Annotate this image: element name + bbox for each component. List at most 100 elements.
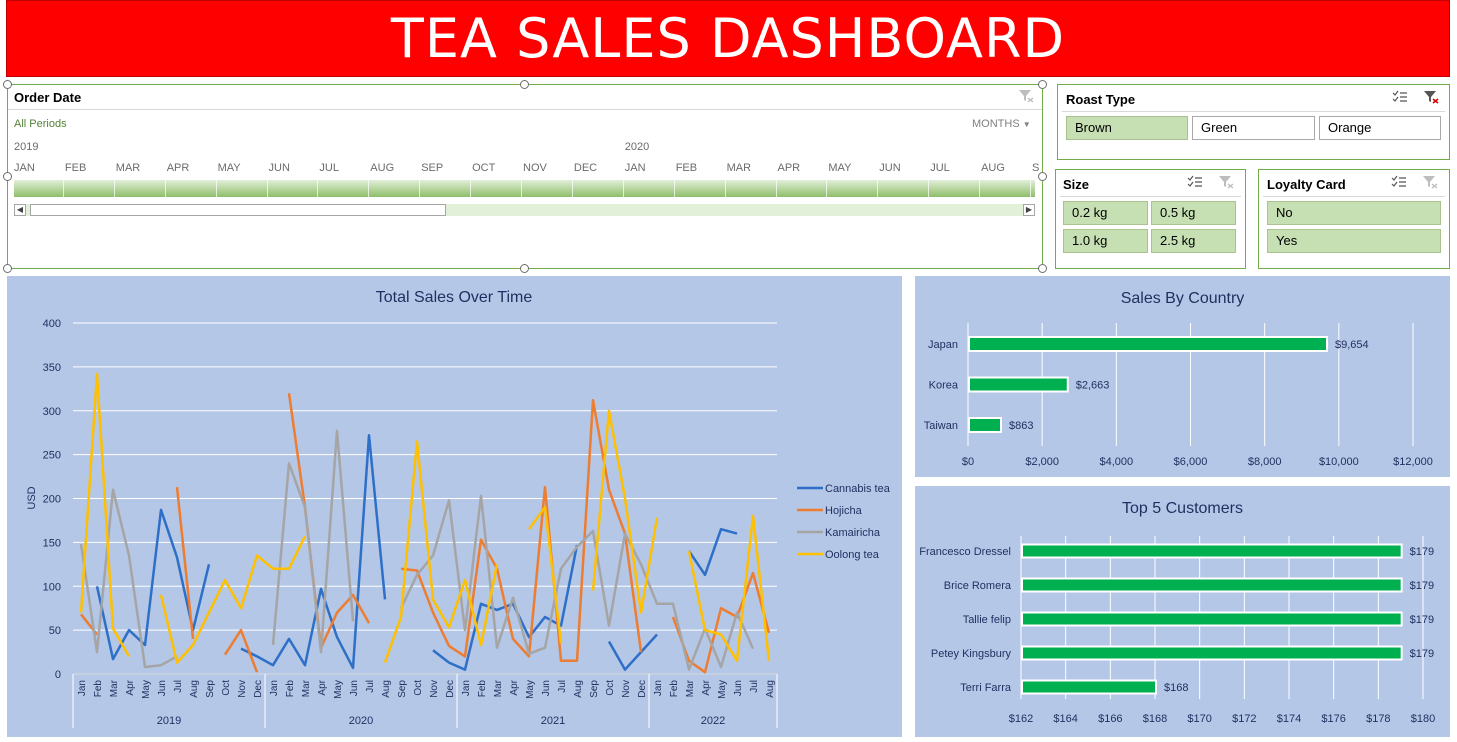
loyalty-no-button[interactable]: No bbox=[1267, 201, 1441, 225]
year-label: 2020 bbox=[349, 715, 373, 727]
size-1-0-button[interactable]: 1.0 kg bbox=[1063, 229, 1148, 253]
size-title: Size bbox=[1063, 177, 1090, 192]
resize-handle[interactable] bbox=[3, 264, 12, 273]
x-tick-label: Apr bbox=[317, 679, 328, 695]
data-label: $2,663 bbox=[1076, 380, 1110, 392]
timeline-month-label[interactable]: AUG bbox=[370, 162, 394, 174]
timeline-month-label[interactable]: MAR bbox=[116, 162, 140, 174]
x-tick-label: Jul bbox=[749, 680, 760, 693]
scroll-thumb[interactable] bbox=[30, 204, 446, 216]
timeline-month-label[interactable]: APR bbox=[167, 162, 190, 174]
order-date-timeline[interactable]: Order Date All Periods MONTHS ▼ 2019 2020… bbox=[7, 84, 1043, 269]
series-line bbox=[79, 372, 771, 664]
roast-brown-button[interactable]: Brown bbox=[1066, 116, 1188, 140]
timeline-month-label[interactable]: JUN bbox=[879, 162, 900, 174]
legend-label: Oolong tea bbox=[825, 549, 880, 561]
timeline-month-label[interactable]: JAN bbox=[14, 162, 35, 174]
loyalty-card-slicer[interactable]: Loyalty Card No Yes bbox=[1258, 169, 1450, 269]
timeline-month-label[interactable]: DEC bbox=[574, 162, 597, 174]
scroll-left-icon[interactable]: ◀ bbox=[14, 204, 26, 216]
size-2-5-button[interactable]: 2.5 kg bbox=[1151, 229, 1236, 253]
y-tick-label: 250 bbox=[43, 450, 61, 462]
resize-handle[interactable] bbox=[3, 172, 12, 181]
timeline-month-divider bbox=[928, 180, 930, 197]
data-label: $168 bbox=[1164, 682, 1188, 694]
size-0-5-button[interactable]: 0.5 kg bbox=[1151, 201, 1236, 225]
multi-select-icon[interactable] bbox=[1391, 175, 1407, 189]
timeline-month-label[interactable]: SEP bbox=[421, 162, 443, 174]
timeline-scrollbar[interactable]: ◀ ▶ bbox=[14, 204, 1035, 216]
x-tick-label: Jun bbox=[157, 680, 168, 696]
resize-handle[interactable] bbox=[3, 80, 12, 89]
y-tick-label: 200 bbox=[43, 494, 61, 506]
multi-select-icon[interactable] bbox=[1392, 90, 1408, 104]
timeline-month-label[interactable]: MAR bbox=[727, 162, 751, 174]
x-tick-label: Jan bbox=[461, 680, 472, 696]
data-label: $179 bbox=[1410, 580, 1434, 592]
x-tick-label: May bbox=[333, 680, 344, 699]
clear-filter-icon[interactable] bbox=[1422, 175, 1438, 189]
x-tick-label: Apr bbox=[125, 679, 136, 695]
timeline-month-label[interactable]: OCT bbox=[472, 162, 495, 174]
timeline-month-label[interactable]: FEB bbox=[65, 162, 86, 174]
customers-chart-svg: Top 5 Customers $162 $164 $166 $168 $170 $172 $… bbox=[919, 500, 1435, 725]
year-label: 2021 bbox=[541, 715, 565, 727]
roast-green-button[interactable]: Green bbox=[1192, 116, 1315, 140]
loyalty-card-title: Loyalty Card bbox=[1267, 177, 1346, 192]
clear-filter-icon[interactable] bbox=[1218, 175, 1234, 189]
timeline-month-divider bbox=[470, 180, 472, 197]
timeline-month-divider bbox=[317, 180, 319, 197]
x-tick-label: $178 bbox=[1366, 713, 1390, 725]
bar bbox=[1021, 577, 1403, 593]
resize-handle[interactable] bbox=[1038, 80, 1047, 89]
timeline-month-label[interactable]: NOV bbox=[523, 162, 547, 174]
line-chart-svg: Total Sales Over Time 0 50 100 150 200 250 300 3… bbox=[26, 289, 891, 728]
timeline-month-divider bbox=[113, 180, 115, 197]
timeline-month-divider bbox=[266, 180, 268, 197]
x-tick-label: Aug bbox=[189, 680, 200, 698]
year-label: 2019 bbox=[157, 715, 181, 727]
resize-handle[interactable] bbox=[1038, 172, 1047, 181]
timeline-month-label[interactable]: JUL bbox=[930, 162, 950, 174]
scroll-right-icon[interactable]: ▶ bbox=[1023, 204, 1035, 216]
resize-handle[interactable] bbox=[520, 80, 529, 89]
x-tick-label: Oct bbox=[605, 680, 616, 696]
chart-title: Top 5 Customers bbox=[1122, 500, 1243, 517]
clear-filter-icon[interactable] bbox=[1018, 89, 1034, 103]
x-tick-label: May bbox=[141, 680, 152, 699]
category-label: Terri Farra bbox=[960, 682, 1012, 694]
x-tick-label: Jun bbox=[541, 680, 552, 696]
category-label: Petey Kingsbury bbox=[931, 648, 1012, 660]
time-level-dropdown[interactable]: MONTHS ▼ bbox=[972, 118, 1031, 130]
timeline-month-label[interactable]: MAY bbox=[218, 162, 241, 174]
resize-handle[interactable] bbox=[1038, 264, 1047, 273]
multi-select-icon[interactable] bbox=[1187, 175, 1203, 189]
timeline-month-label[interactable]: APR bbox=[778, 162, 801, 174]
x-tick-label: Oct bbox=[221, 680, 232, 696]
timeline-month-label[interactable]: FEB bbox=[676, 162, 697, 174]
timeline-month-label[interactable]: AUG bbox=[981, 162, 1005, 174]
x-tick-label: Sep bbox=[205, 680, 216, 698]
y-tick-label: 0 bbox=[55, 669, 61, 681]
timeline-selection-bar[interactable] bbox=[14, 180, 1035, 197]
x-tick-label: Nov bbox=[237, 680, 248, 698]
roast-type-slicer[interactable]: Roast Type Brown Green Orange bbox=[1057, 84, 1450, 160]
timeline-month-label[interactable]: S bbox=[1032, 162, 1039, 174]
timeline-month-label[interactable]: JUN bbox=[269, 162, 290, 174]
timeline-month-divider bbox=[877, 180, 879, 197]
clear-filter-icon[interactable] bbox=[1423, 90, 1439, 104]
size-slicer[interactable]: Size 0.2 kg 0.5 kg 1.0 kg 2.5 kg bbox=[1055, 169, 1246, 269]
timeline-month-label[interactable]: JAN bbox=[625, 162, 646, 174]
timeline-month-divider bbox=[979, 180, 981, 197]
x-tick-label: Jul bbox=[173, 680, 184, 693]
y-tick-label: 50 bbox=[49, 625, 61, 637]
timeline-month-label[interactable]: MAY bbox=[828, 162, 851, 174]
year-label: 2022 bbox=[701, 715, 725, 727]
timeline-month-label[interactable]: JUL bbox=[319, 162, 339, 174]
timeline-month-divider bbox=[1030, 180, 1031, 197]
size-0-2-button[interactable]: 0.2 kg bbox=[1063, 201, 1148, 225]
x-tick-label: $8,000 bbox=[1248, 456, 1282, 468]
loyalty-yes-button[interactable]: Yes bbox=[1267, 229, 1441, 253]
resize-handle[interactable] bbox=[520, 264, 529, 273]
roast-orange-button[interactable]: Orange bbox=[1319, 116, 1441, 140]
